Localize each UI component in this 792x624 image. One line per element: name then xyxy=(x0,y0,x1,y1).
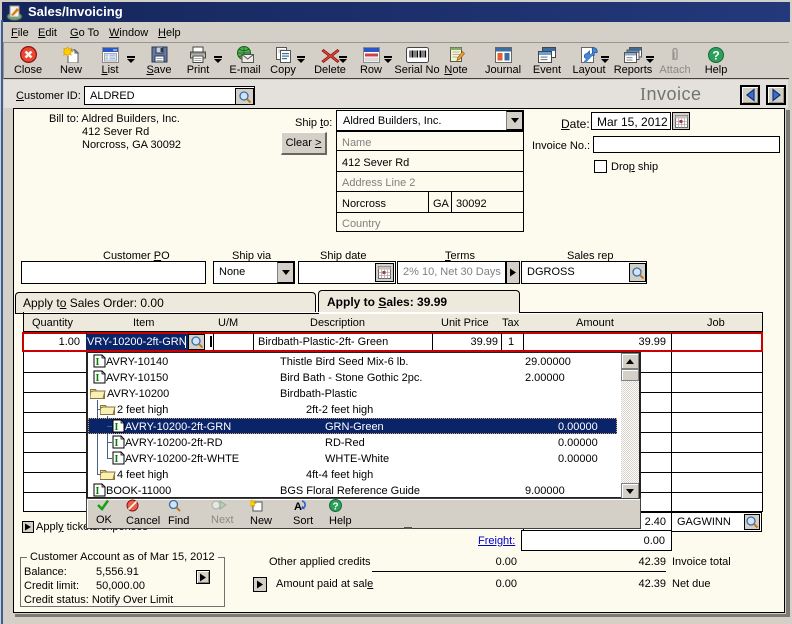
svg-text:?: ? xyxy=(332,502,338,513)
svg-text:?: ? xyxy=(712,49,719,63)
svg-text:A: A xyxy=(294,501,302,512)
